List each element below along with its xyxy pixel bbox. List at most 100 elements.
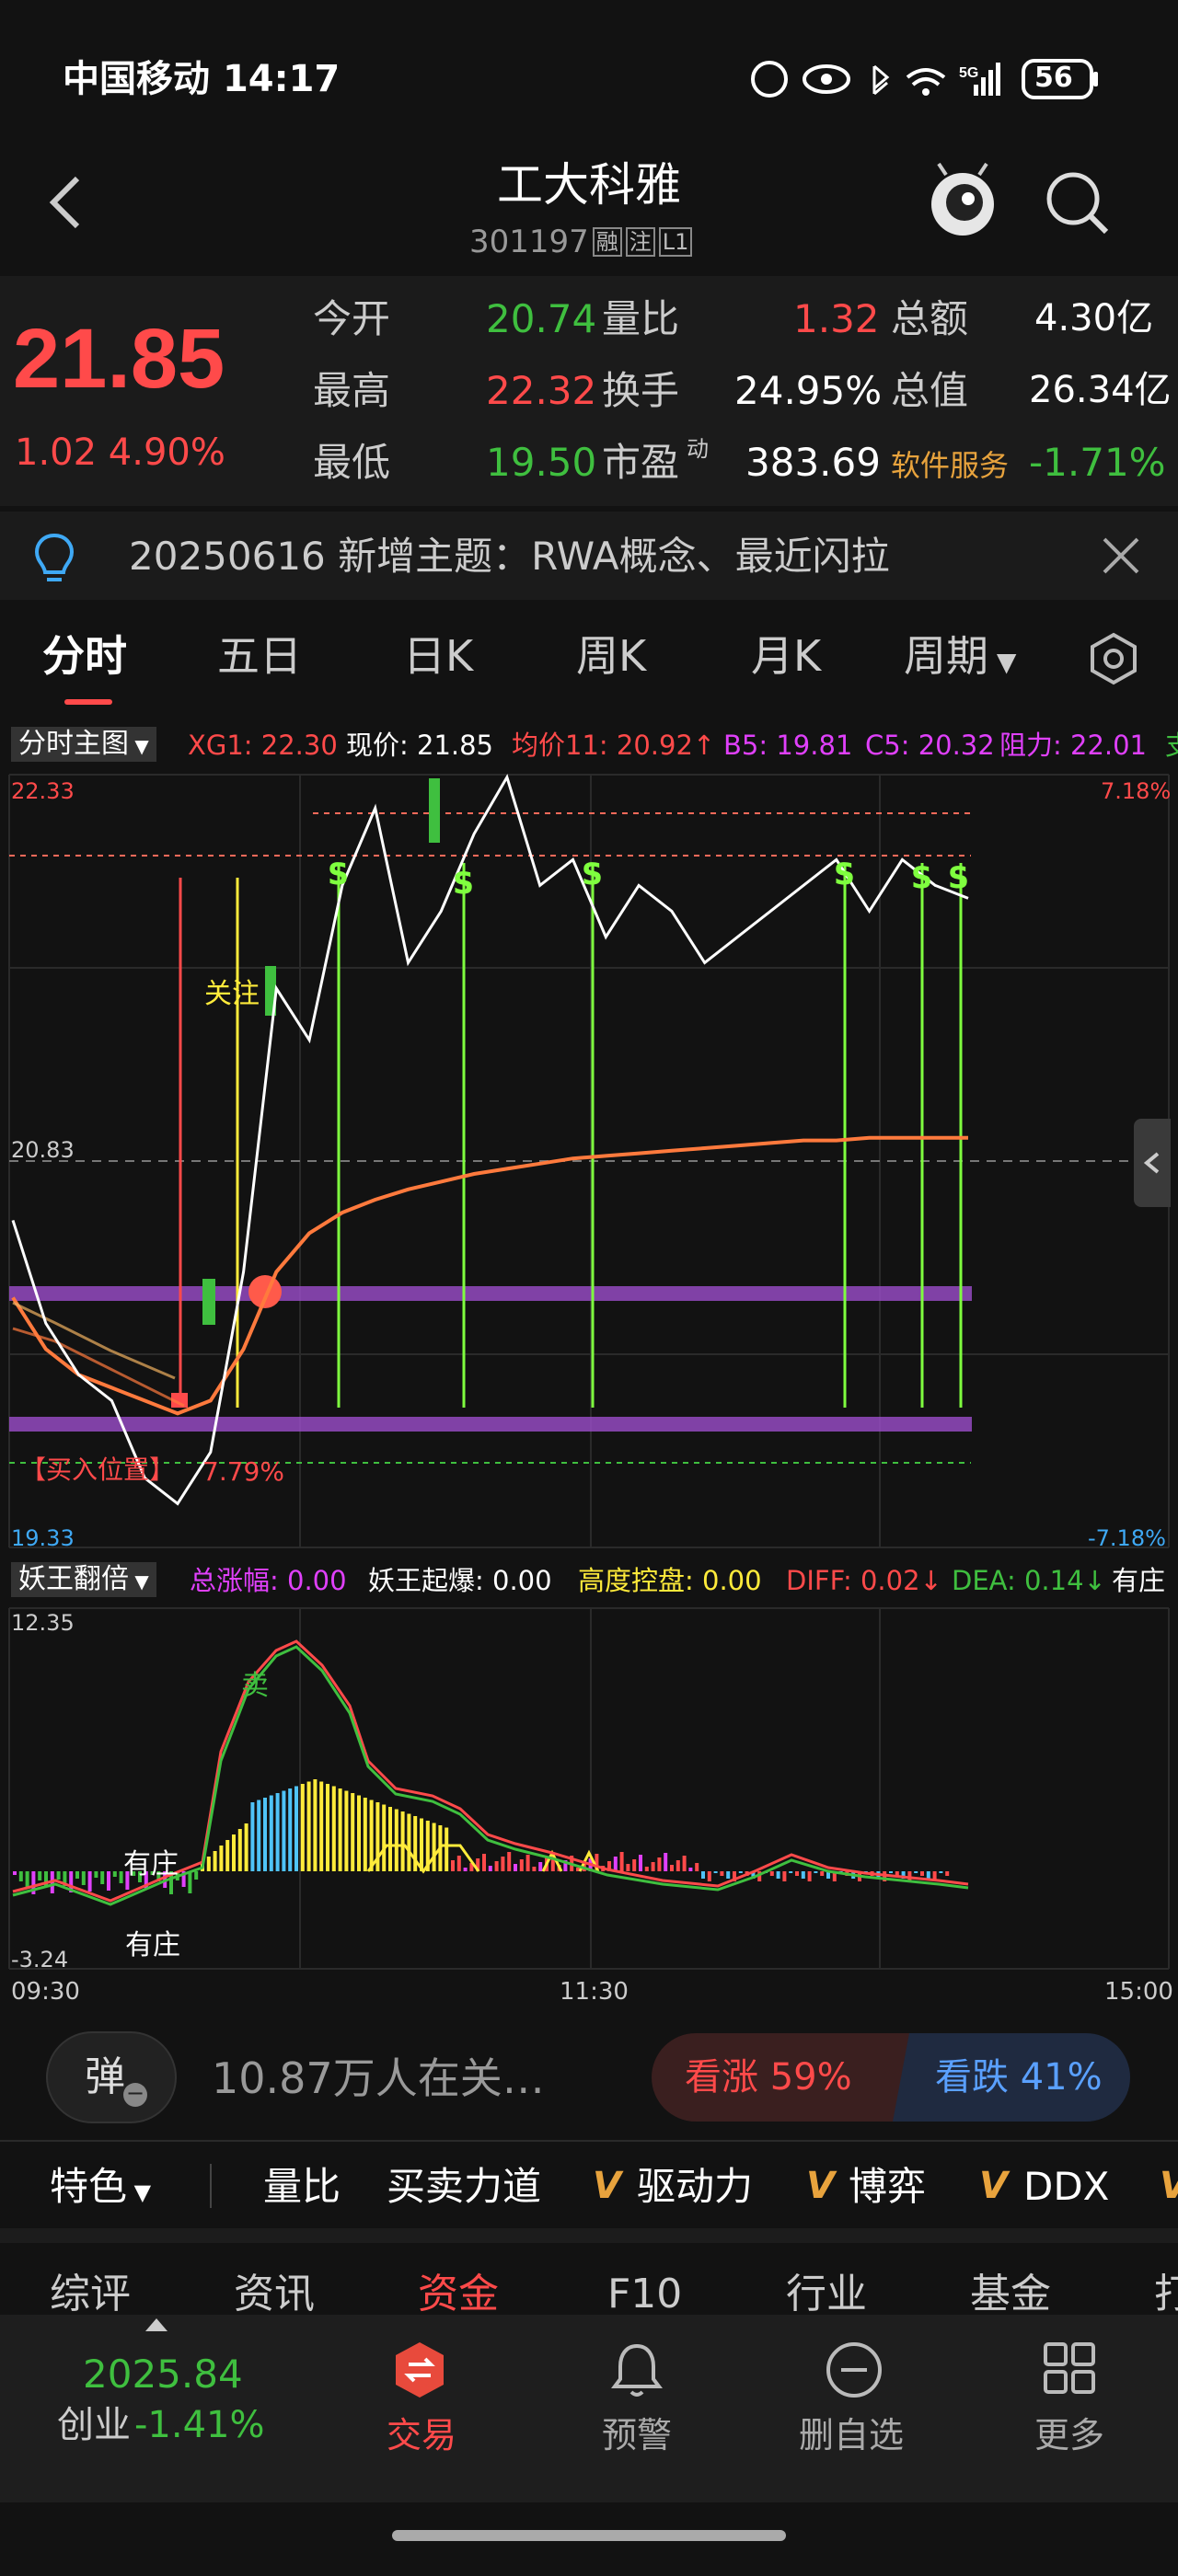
badge-level: L1 — [658, 227, 693, 257]
crosshair-handle[interactable] — [1134, 1119, 1171, 1207]
nav-more[interactable]: 更多 — [1014, 2328, 1125, 2466]
tab-period[interactable]: 周期 ▼ — [904, 635, 1016, 677]
sub-chart-svg — [8, 1607, 1170, 1970]
notice-bar[interactable]: 20250616 新增主题：RWA概念、最近闪拉 — [0, 512, 1178, 600]
sell-mark: S — [834, 857, 856, 891]
histogram-bar — [219, 1846, 224, 1871]
histogram-bar — [232, 1834, 236, 1871]
sub-grid — [8, 1607, 1170, 1970]
histogram-bar — [282, 1790, 286, 1871]
caret-down-icon: ▼ — [129, 735, 149, 757]
histogram-bar — [313, 1779, 318, 1871]
histogram-bar — [726, 1871, 731, 1879]
histogram-bar — [525, 1855, 530, 1871]
vote-down-button[interactable]: 看跌 41% — [893, 2033, 1130, 2122]
histogram-bar — [626, 1864, 630, 1871]
chevron-left-icon — [49, 176, 80, 229]
histogram-bar — [639, 1855, 642, 1871]
histogram-bar — [275, 1793, 280, 1871]
histogram-bar — [407, 1813, 411, 1871]
main-chart-selector[interactable]: 分时主图 ▼ — [11, 727, 156, 762]
histogram-bar — [651, 1862, 655, 1871]
section-tab-overview[interactable]: 综评 — [50, 2274, 131, 2315]
search-button[interactable] — [1042, 167, 1112, 237]
histogram-bar — [319, 1781, 324, 1871]
nav-trade[interactable]: 交易 — [364, 2328, 475, 2466]
change-percent: 4.90% — [108, 431, 225, 474]
indicator-game[interactable]: 博弈 — [849, 2168, 926, 2206]
histogram-bar — [670, 1865, 674, 1871]
settings-icon[interactable] — [1086, 631, 1141, 686]
badge-margin: 融 — [592, 227, 622, 257]
ind-resist: 阻力: 22.01 — [999, 730, 1148, 761]
histogram-bar — [769, 1871, 774, 1876]
stat-mktcap-value: 26.34亿 — [1029, 369, 1172, 411]
stat-sector-value: -1.71% — [1029, 440, 1166, 485]
histogram-bar — [682, 1856, 687, 1871]
indicator-feature[interactable]: 特色 ▼ — [50, 2168, 151, 2206]
tab-period-label: 周期 — [904, 631, 988, 681]
caret-down-icon: ▼ — [129, 1570, 149, 1593]
indicator-separator — [210, 2164, 212, 2208]
home-indicator[interactable] — [392, 2530, 786, 2541]
histogram-bar — [801, 1871, 805, 1879]
section-tab-fund[interactable]: 基金 — [970, 2274, 1051, 2315]
close-icon[interactable] — [1101, 535, 1141, 576]
histogram-bar — [695, 1863, 699, 1871]
back-button[interactable] — [37, 166, 92, 239]
indicator-ddx[interactable]: DDX — [1023, 2168, 1109, 2206]
sentiment-row: 弹 − 10.87万人在关… 看涨 59% 看跌 41% — [0, 2022, 1178, 2133]
tab-daily-k[interactable]: 日K — [403, 635, 473, 677]
stat-open-value: 20.74 — [486, 296, 597, 341]
indicator-more-v[interactable]: V — [1160, 2168, 1178, 2204]
indicator-volratio[interactable]: 量比 — [263, 2168, 341, 2206]
tab-intraday[interactable]: 分时 — [42, 635, 127, 677]
histogram-bar — [926, 1871, 930, 1879]
sell-mark: S — [453, 866, 475, 901]
indicator-buysell[interactable]: 买卖力道 — [387, 2168, 541, 2206]
nav-remove-watch[interactable]: 删自选 — [784, 2328, 922, 2466]
period-tabs: 分时 五日 日K 周K 月K 周期 ▼ — [0, 607, 1178, 708]
histogram-bar — [56, 1871, 61, 1880]
tab-monthly-k[interactable]: 月K — [751, 635, 821, 677]
bullet-comment-button[interactable]: 弹 − — [46, 2031, 177, 2123]
histogram-bar — [688, 1868, 693, 1871]
label-zhuang-upper: 有庄 — [123, 1848, 179, 1880]
price-change: 1.02 4.90% — [15, 434, 225, 471]
section-tab-news[interactable]: 资讯 — [234, 2274, 315, 2315]
ind-avg: 均价11: 20.92↑ — [512, 730, 716, 761]
indicator-drive[interactable]: 驱动力 — [637, 2168, 753, 2206]
sub-chart[interactable]: 12.35 -3.24 有庄 有庄 卖 — [0, 1604, 1178, 1972]
section-tab-funds[interactable]: 资金 — [418, 2274, 499, 2315]
intraday-chart[interactable]: 22.33 20.83 19.33 7.18% -7.18% 【买入位置】 7.… — [0, 771, 1178, 1555]
main-chart-selector-label: 分时主图 — [18, 728, 129, 760]
nav-alert[interactable]: 预警 — [582, 2328, 692, 2466]
histogram-bar — [94, 1871, 98, 1878]
avg-price-line — [11, 1135, 968, 1416]
stat-mktcap-label: 总值 — [891, 368, 969, 413]
section-tab-more[interactable]: 打 — [1154, 2274, 1178, 2315]
histogram-bar — [814, 1871, 818, 1873]
histogram-bar — [514, 1864, 517, 1871]
notice-text: 20250616 新增主题：RWA概念、最近闪拉 — [129, 534, 890, 579]
watch-label: 关注 — [204, 978, 260, 1010]
sub-chart-selector[interactable]: 妖王翻倍 ▼ — [11, 1562, 156, 1597]
grid-icon — [1044, 2342, 1095, 2394]
tab-weekly-k[interactable]: 周K — [576, 635, 646, 677]
mascot-button[interactable] — [926, 162, 999, 245]
signal-ball — [248, 1275, 282, 1308]
y-label-high: 22.33 — [11, 778, 75, 804]
histogram-bar — [657, 1857, 662, 1871]
tab-five-day[interactable]: 五日 — [217, 635, 302, 677]
index-widget[interactable]: 2025.84 创业 -1.41% — [0, 2315, 313, 2462]
histogram-bar — [713, 1871, 718, 1873]
histogram-bar — [75, 1871, 79, 1879]
vote-up-button[interactable]: 看涨 59% — [652, 2033, 909, 2122]
v-badge-icon: V — [593, 2165, 621, 2207]
histogram-bar — [432, 1823, 436, 1871]
stat-sector-label[interactable]: 软件服务 — [891, 451, 1009, 480]
section-tab-industry[interactable]: 行业 — [786, 2274, 867, 2315]
section-tab-f10[interactable]: F10 — [607, 2274, 682, 2315]
main-indicator-bar: 分时主图 ▼ XG1: 22.30 现价: 21.85 均价11: 20.92↑… — [0, 723, 1178, 767]
ma-long-line — [12, 1301, 176, 1380]
